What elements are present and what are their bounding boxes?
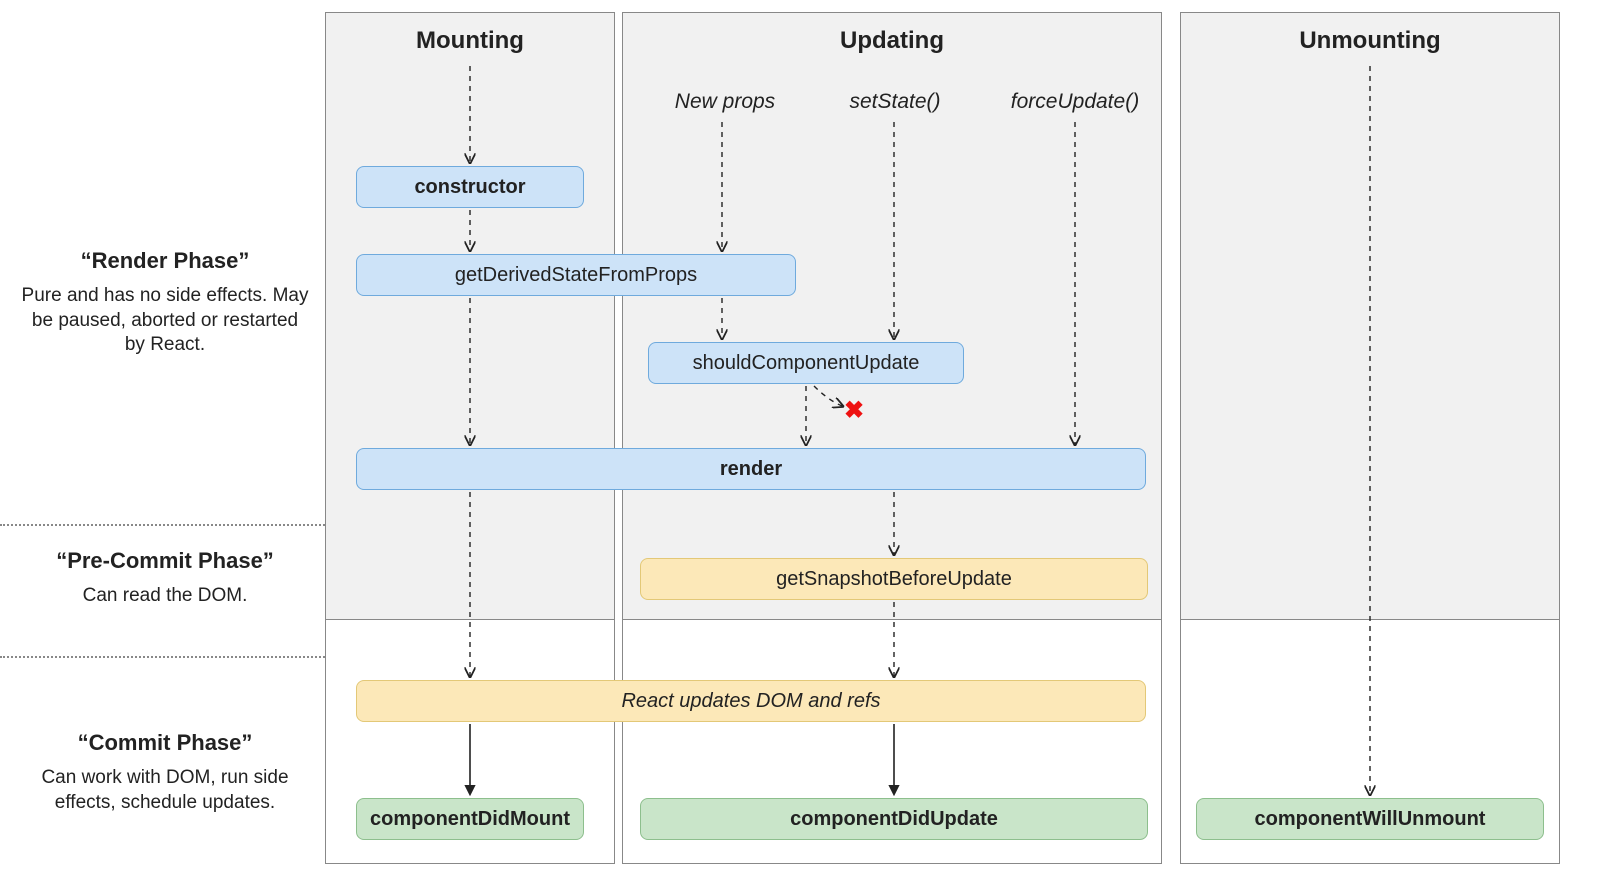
box-gdsfp[interactable]: getDerivedStateFromProps bbox=[356, 254, 796, 296]
phase-commit-desc: Can work with DOM, run side effects, sch… bbox=[20, 766, 310, 815]
box-gsbu[interactable]: getSnapshotBeforeUpdate bbox=[640, 558, 1148, 600]
col-mounting-upper: Mounting bbox=[325, 12, 615, 620]
trigger-new-props: New props bbox=[650, 90, 800, 114]
phase-separator bbox=[0, 656, 325, 658]
box-render[interactable]: render bbox=[356, 448, 1146, 490]
trigger-setstate: setState() bbox=[830, 90, 960, 114]
phase-separator bbox=[0, 524, 325, 526]
phase-render-title: “Render Phase” bbox=[20, 248, 310, 274]
box-cwu[interactable]: componentWillUnmount bbox=[1196, 798, 1544, 840]
lifecycle-diagram: “Render Phase” Pure and has no side effe… bbox=[0, 0, 1600, 876]
phase-render-desc: Pure and has no side effects. May be pau… bbox=[20, 284, 310, 358]
col-unmounting-upper: Unmounting bbox=[1180, 12, 1560, 620]
phase-render: “Render Phase” Pure and has no side effe… bbox=[20, 248, 310, 358]
box-constructor[interactable]: constructor bbox=[356, 166, 584, 208]
box-scu[interactable]: shouldComponentUpdate bbox=[648, 342, 964, 384]
col-unmounting-title: Unmounting bbox=[1181, 13, 1559, 65]
box-cdu[interactable]: componentDidUpdate bbox=[640, 798, 1148, 840]
phase-precommit-title: “Pre-Commit Phase” bbox=[20, 548, 310, 574]
phase-commit: “Commit Phase” Can work with DOM, run si… bbox=[20, 730, 310, 815]
phase-commit-title: “Commit Phase” bbox=[20, 730, 310, 756]
x-icon: ✖ bbox=[844, 396, 864, 425]
phase-precommit: “Pre-Commit Phase” Can read the DOM. bbox=[20, 548, 310, 609]
box-react-updates: React updates DOM and refs bbox=[356, 680, 1146, 722]
col-mounting-title: Mounting bbox=[326, 13, 614, 65]
col-updating-title: Updating bbox=[623, 13, 1161, 65]
trigger-forceupdate: forceUpdate() bbox=[1000, 90, 1150, 114]
phase-precommit-desc: Can read the DOM. bbox=[20, 584, 310, 609]
box-cdm[interactable]: componentDidMount bbox=[356, 798, 584, 840]
